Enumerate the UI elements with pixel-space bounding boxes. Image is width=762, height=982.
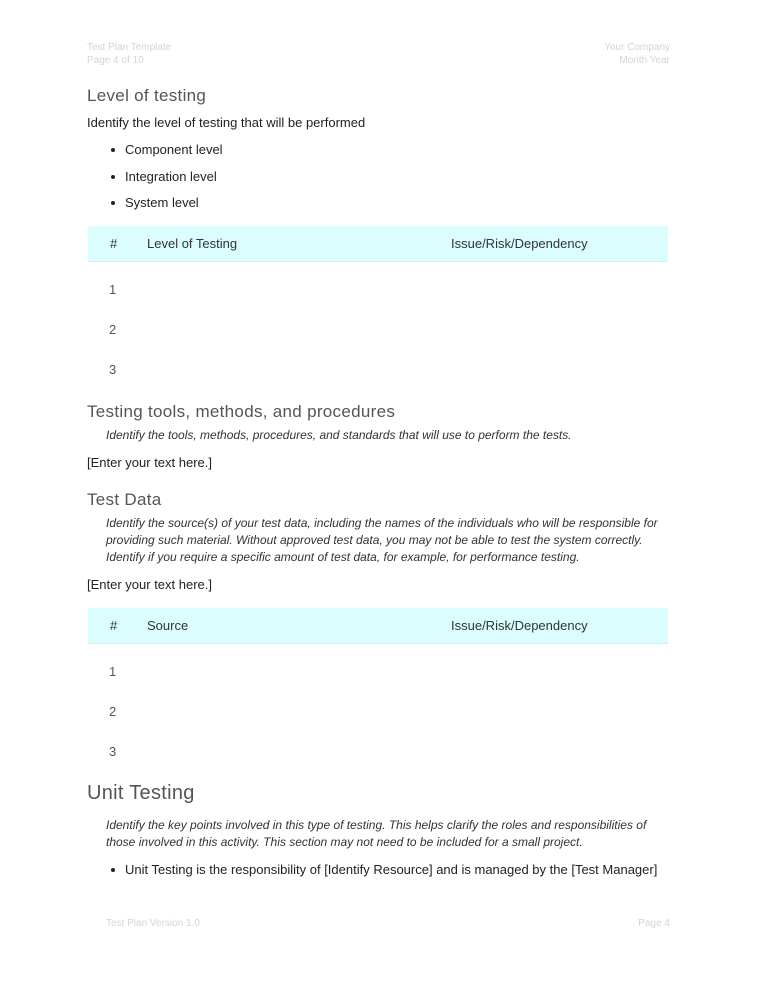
table-row: 2 xyxy=(88,309,668,349)
header-right-line1: Your Company xyxy=(604,42,670,53)
table-row: 2 xyxy=(88,691,668,731)
testing-tools-placeholder[interactable]: [Enter your text here.] xyxy=(87,455,212,470)
level-of-testing-list: Component level Integration level System… xyxy=(87,142,223,222)
level-of-testing-intro: Identify the level of testing that will … xyxy=(87,115,366,130)
list-item: System level xyxy=(87,195,223,222)
column-header-issue: Issue/Risk/Dependency xyxy=(451,236,588,251)
list-item: Component level xyxy=(87,142,223,169)
table-header: # Level of Testing Issue/Risk/Dependency xyxy=(88,226,668,262)
row-number: 3 xyxy=(109,744,117,759)
test-data-heading: Test Data xyxy=(87,490,162,509)
row-number: 2 xyxy=(109,322,117,337)
table-header: # Source Issue/Risk/Dependency xyxy=(88,608,668,644)
row-number: 3 xyxy=(109,362,117,377)
header-left-line2: Page 4 of 10 xyxy=(87,55,144,66)
row-number: 1 xyxy=(109,664,117,679)
header-left-line1: Test Plan Template xyxy=(87,42,172,53)
footer-right: Page 4 xyxy=(638,918,670,929)
column-header-number: # xyxy=(110,236,118,251)
footer-left: Test Plan Version 1.0 xyxy=(106,918,200,929)
list-item: Unit Testing is the responsibility of [I… xyxy=(87,862,657,889)
table-row: 3 xyxy=(88,349,668,389)
testing-tools-instruction: Identify the tools, methods, procedures,… xyxy=(106,428,572,442)
test-data-table: # Source Issue/Risk/Dependency 1 2 3 xyxy=(88,608,668,771)
column-header-source: Source xyxy=(147,618,189,633)
row-number: 1 xyxy=(109,282,117,297)
column-header-level: Level of Testing xyxy=(147,236,238,251)
table-row: 1 xyxy=(88,269,668,309)
test-data-placeholder[interactable]: [Enter your text here.] xyxy=(87,577,212,592)
test-data-instruction: Identify the source(s) of your test data… xyxy=(106,516,658,564)
unit-testing-list: Unit Testing is the responsibility of [I… xyxy=(87,862,657,889)
table-row: 3 xyxy=(88,731,668,771)
column-header-number: # xyxy=(110,618,118,633)
unit-testing-heading: Unit Testing xyxy=(87,782,195,804)
header-right-line2: Month Year xyxy=(619,55,670,66)
level-of-testing-table: # Level of Testing Issue/Risk/Dependency… xyxy=(88,226,668,389)
row-number: 2 xyxy=(109,704,117,719)
level-of-testing-heading: Level of testing xyxy=(87,86,207,105)
column-header-issue: Issue/Risk/Dependency xyxy=(451,618,588,633)
list-item: Integration level xyxy=(87,169,223,196)
table-row: 1 xyxy=(88,651,668,691)
testing-tools-heading: Testing tools, methods, and procedures xyxy=(87,402,396,421)
unit-testing-instruction: Identify the key points involved in this… xyxy=(106,818,647,849)
